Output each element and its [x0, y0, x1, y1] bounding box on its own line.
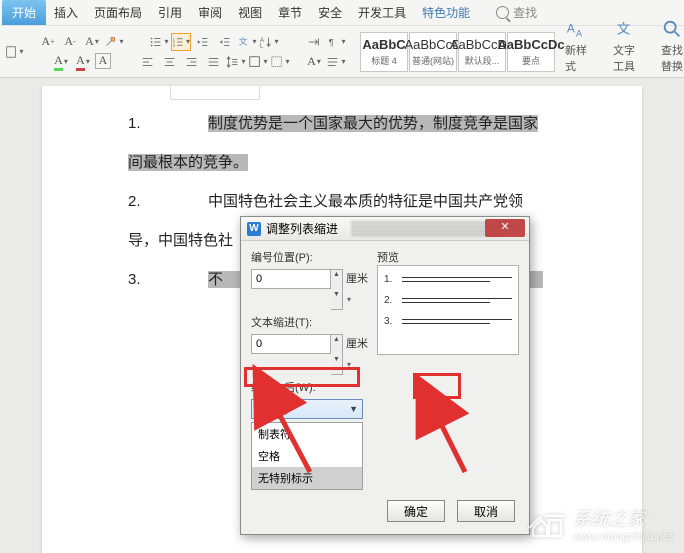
list-number: 1.	[128, 104, 208, 143]
list-number: 2.	[128, 182, 208, 221]
char-shading-button[interactable]: A	[304, 53, 324, 71]
svg-text:3: 3	[173, 42, 176, 47]
watermark-logo-icon	[527, 508, 567, 540]
svg-text:A: A	[567, 22, 575, 36]
tab-special[interactable]: 特色功能	[414, 0, 478, 25]
new-style-button[interactable]: AA 新样式▾	[559, 16, 593, 87]
styles-gallery[interactable]: AaBbC标题 4 AaBbCcD普通(网站) AaBbCcDd默认段... A…	[360, 32, 555, 72]
watermark-url: www.xitongzhijia.net	[573, 531, 672, 543]
borders-button[interactable]	[270, 53, 290, 71]
number-position-input[interactable]	[251, 269, 331, 289]
font-grow-button[interactable]: A+	[38, 33, 58, 51]
list-number: 3.	[128, 260, 208, 299]
tab-security[interactable]: 安全	[310, 0, 350, 25]
find-replace-button[interactable]: 查找替换▾	[655, 16, 684, 87]
tab-start[interactable]: 开始	[2, 0, 46, 25]
doc-text: 间最根本的竞争。	[128, 154, 248, 171]
label-text-indent: 文本缩进(T):	[251, 314, 369, 330]
increase-indent-button[interactable]	[215, 33, 235, 51]
svg-text:¶: ¶	[329, 37, 334, 48]
font-color-button[interactable]: A	[73, 53, 93, 71]
align-justify-button[interactable]	[204, 53, 224, 71]
clipboard-button[interactable]	[4, 43, 24, 61]
number-list-button[interactable]: 123	[171, 33, 191, 51]
align-right-button[interactable]	[182, 53, 202, 71]
svg-text:A: A	[576, 28, 583, 38]
tab-layout[interactable]: 页面布局	[86, 0, 150, 25]
watermark-text: 系统之家	[573, 505, 672, 531]
shading-button[interactable]	[248, 53, 268, 71]
tab-devtools[interactable]: 开发工具	[350, 0, 414, 25]
dialog-titlebar[interactable]: W 调整列表缩进 ✕	[241, 217, 529, 241]
bullet-list-button[interactable]	[149, 33, 169, 51]
svg-text:文: 文	[617, 22, 631, 37]
text-indent-input[interactable]	[251, 334, 331, 354]
decrease-indent-button[interactable]	[193, 33, 213, 51]
unit-selector[interactable]: 厘米	[346, 334, 369, 375]
app-icon: W	[247, 222, 261, 236]
watermark: 系统之家 www.xitongzhijia.net	[527, 505, 672, 543]
ribbon-search[interactable]: 查找	[496, 4, 537, 21]
ribbon-toolbar: A+ A- A A A A 123 文 AL	[0, 26, 684, 78]
line-spacing-button[interactable]	[226, 53, 246, 71]
style-emphasis[interactable]: AaBbCcDc要点	[507, 32, 555, 72]
doc-text: 中国特色社会主义最本质的特征是中国共产党领	[208, 193, 523, 210]
sort-button[interactable]: AL	[259, 33, 279, 51]
tab-insert[interactable]: 插入	[46, 0, 86, 25]
char-border-button[interactable]: A	[95, 53, 111, 69]
paragraph-marks-button[interactable]: ¶	[326, 33, 346, 51]
text-tools-icon: 文	[613, 18, 635, 40]
svg-text:L: L	[260, 42, 264, 49]
tab-view[interactable]: 视图	[230, 0, 270, 25]
label-number-position: 编号位置(P):	[251, 249, 369, 265]
tab-reference[interactable]: 引用	[150, 0, 190, 25]
tab-chapter[interactable]: 章节	[270, 0, 310, 25]
text-direction-button[interactable]: 文	[237, 33, 257, 51]
adjust-list-indent-dialog: W 调整列表缩进 ✕ 编号位置(P): ▲▼ 厘米 文本缩进(T): ▲▼ 厘米…	[240, 216, 530, 535]
preview-box: 1. 2. 3.	[377, 265, 519, 355]
style-heading4[interactable]: AaBbC标题 4	[360, 32, 408, 72]
cancel-button[interactable]: 取消	[457, 500, 515, 522]
arrow-1	[268, 400, 328, 483]
align-left-button[interactable]	[138, 53, 158, 71]
find-replace-icon	[661, 18, 683, 40]
align-center-button[interactable]	[160, 53, 180, 71]
font-shrink-button[interactable]: A-	[60, 33, 80, 51]
show-marks-button[interactable]	[326, 53, 346, 71]
label-preview: 预览	[377, 249, 519, 265]
highlight-button[interactable]: A	[51, 53, 71, 71]
spinner-buttons[interactable]: ▲▼	[331, 334, 343, 375]
unit-selector[interactable]: 厘米	[346, 269, 369, 310]
search-icon	[496, 6, 509, 19]
title-blur	[351, 220, 501, 236]
tab-stops-button[interactable]	[304, 33, 324, 51]
text-tools-button[interactable]: 文 文字工具▾	[607, 16, 641, 87]
tab-review[interactable]: 审阅	[190, 0, 230, 25]
tab-indicator	[170, 86, 260, 100]
change-case-button[interactable]: A	[82, 33, 102, 51]
spinner-buttons[interactable]: ▲▼	[331, 269, 343, 310]
chevron-down-icon: ▼	[349, 404, 358, 414]
close-button[interactable]: ✕	[485, 219, 525, 237]
arrow-2	[430, 410, 480, 483]
dialog-title: 调整列表缩进	[266, 220, 338, 237]
doc-text: 导，中国特色社	[128, 232, 233, 249]
ok-button[interactable]: 确定	[387, 500, 445, 522]
new-style-icon: AA	[565, 18, 587, 40]
search-placeholder: 查找	[513, 4, 537, 21]
svg-text:文: 文	[239, 35, 248, 46]
doc-text: 制度优势是一个国家最大的优势，制度竞争是国家	[208, 115, 538, 132]
clear-format-button[interactable]	[104, 33, 124, 51]
